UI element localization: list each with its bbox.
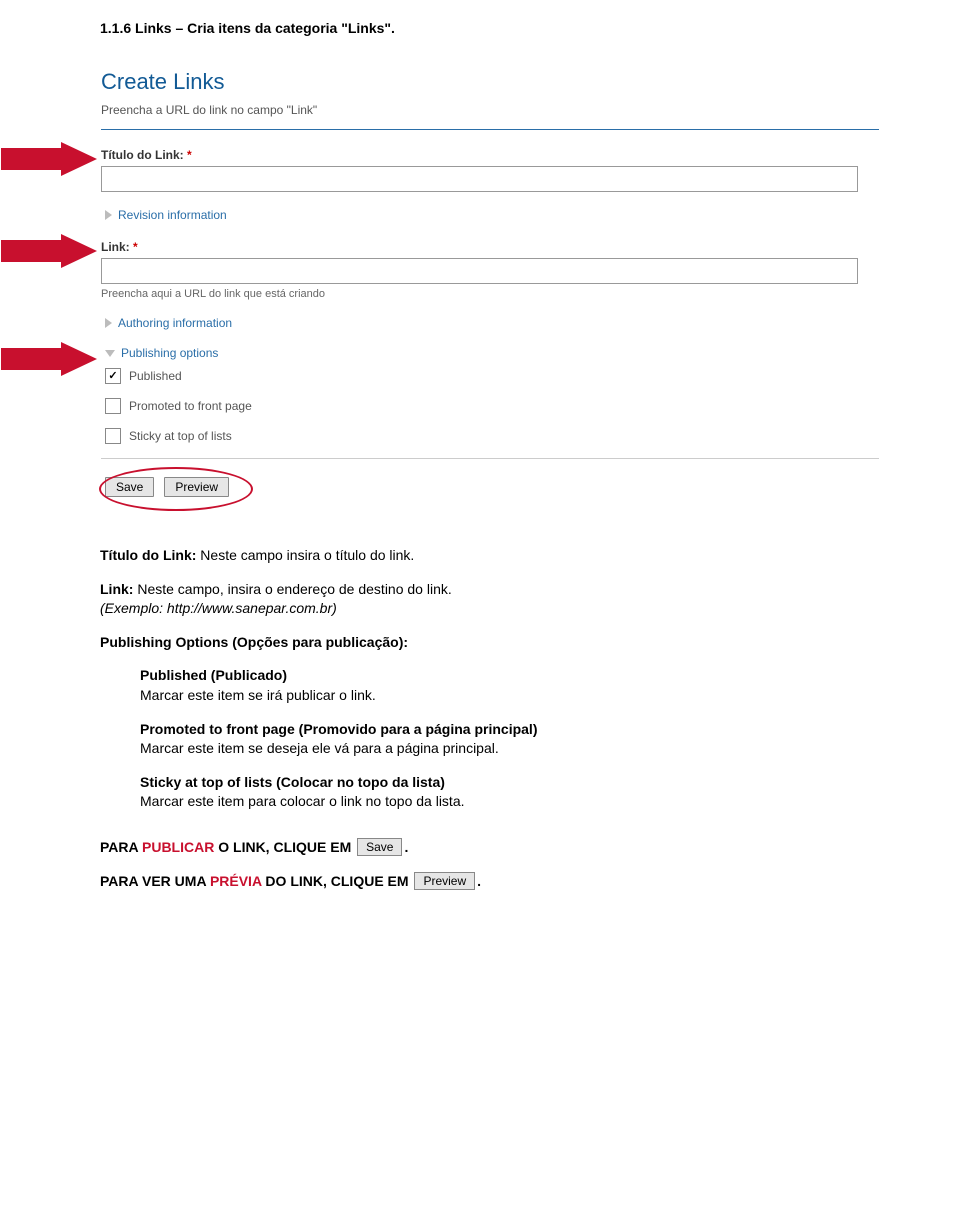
divider bbox=[101, 129, 879, 130]
triangle-right-icon bbox=[105, 318, 112, 328]
form-title: Create Links bbox=[101, 69, 879, 95]
save-button[interactable]: Save bbox=[105, 477, 154, 497]
checkbox-checked-icon[interactable] bbox=[105, 368, 121, 384]
sticky-label: Sticky at top of lists bbox=[129, 429, 232, 443]
form-subtitle: Preencha a URL do link no campo "Link" bbox=[101, 103, 879, 117]
callout-arrow-icon bbox=[1, 342, 97, 376]
promoted-label: Promoted to front page bbox=[129, 399, 252, 413]
published-row[interactable]: Published bbox=[105, 368, 879, 384]
titulo-label-text: Título do Link: bbox=[101, 148, 184, 162]
callout-arrow-icon bbox=[1, 234, 97, 268]
explain-titulo: Título do Link: Neste campo insira o tít… bbox=[100, 546, 890, 566]
checkbox-icon[interactable] bbox=[105, 398, 121, 414]
section-heading: 1.1.6 Links – Cria itens da categoria "L… bbox=[100, 20, 890, 36]
link-label: Link: * bbox=[101, 240, 879, 254]
explain-promoted: Promoted to front page (Promovido para a… bbox=[140, 720, 890, 759]
divider bbox=[101, 458, 879, 459]
explain-sticky: Sticky at top of lists (Colocar no topo … bbox=[140, 773, 890, 812]
triangle-right-icon bbox=[105, 210, 112, 220]
explain-pubopt: Publishing Options (Opções para publicaç… bbox=[100, 633, 890, 653]
link-input[interactable] bbox=[101, 258, 858, 284]
authoring-info-toggle[interactable]: Authoring information bbox=[105, 316, 879, 330]
sticky-row[interactable]: Sticky at top of lists bbox=[105, 428, 879, 444]
required-asterisk: * bbox=[133, 240, 138, 254]
promoted-row[interactable]: Promoted to front page bbox=[105, 398, 879, 414]
link-help-text: Preencha aqui a URL do link que está cri… bbox=[101, 288, 879, 300]
explain-published: Published (Publicado)Marcar este item se… bbox=[140, 666, 890, 705]
published-label: Published bbox=[129, 369, 182, 383]
form-screenshot: Create Links Preencha a URL do link no c… bbox=[90, 56, 890, 516]
titulo-input[interactable] bbox=[101, 166, 858, 192]
preview-button-inline: Preview bbox=[414, 872, 475, 890]
revision-info-toggle[interactable]: Revision information bbox=[105, 208, 879, 222]
explain-link: Link: Neste campo, insira o endereço de … bbox=[100, 580, 890, 619]
preview-button[interactable]: Preview bbox=[164, 477, 229, 497]
authoring-label: Authoring information bbox=[118, 316, 232, 330]
instr-save: PARA PUBLICAR O LINK, CLIQUE EM Save. bbox=[100, 838, 890, 858]
publishing-label: Publishing options bbox=[121, 346, 218, 360]
titulo-label: Título do Link: * bbox=[101, 148, 879, 162]
required-asterisk: * bbox=[187, 148, 192, 162]
save-button-inline: Save bbox=[357, 838, 402, 856]
instr-preview: PARA VER UMA PRÉVIA DO LINK, CLIQUE EM P… bbox=[100, 872, 890, 892]
triangle-down-icon bbox=[105, 350, 115, 357]
publishing-options-toggle[interactable]: Publishing options bbox=[105, 346, 879, 360]
checkbox-icon[interactable] bbox=[105, 428, 121, 444]
callout-arrow-icon bbox=[1, 142, 97, 176]
revision-label: Revision information bbox=[118, 208, 227, 222]
link-label-text: Link: bbox=[101, 240, 130, 254]
